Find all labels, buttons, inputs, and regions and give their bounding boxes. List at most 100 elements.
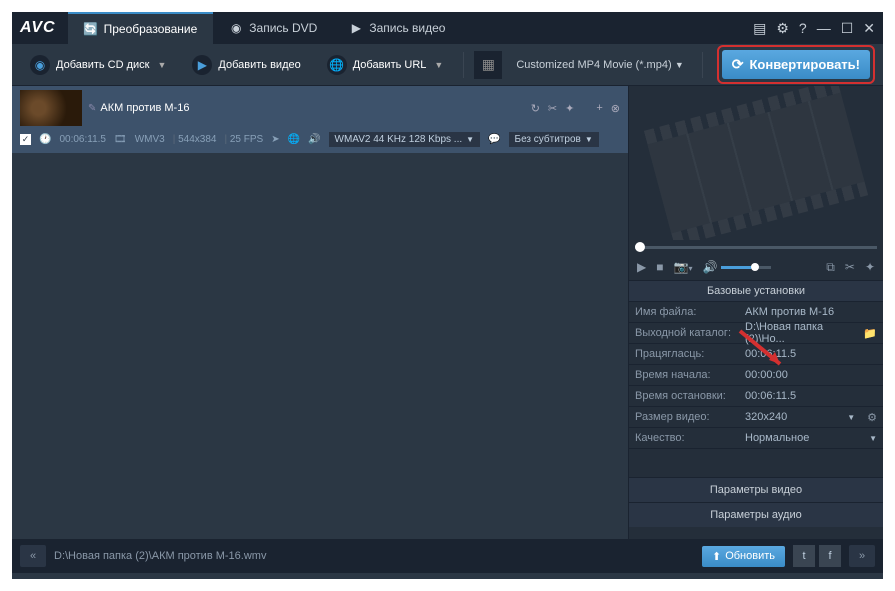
duration: 00:06:11.5 bbox=[59, 134, 106, 145]
gear-icon[interactable]: ⚙ bbox=[776, 20, 789, 37]
video-params-button[interactable]: Параметры видео bbox=[629, 477, 883, 502]
chevron-down-icon: ▼ bbox=[869, 434, 877, 443]
globe-plus-icon: 🌐 bbox=[327, 55, 347, 75]
start-field[interactable]: 00:00:00 bbox=[739, 369, 883, 381]
size-select[interactable]: 320x240 ▼ bbox=[739, 411, 861, 423]
tab-label: Запись видео bbox=[369, 21, 445, 35]
button-label: Добавить видео bbox=[218, 59, 300, 71]
close-icon[interactable]: ✕ bbox=[863, 20, 875, 37]
volume-knob[interactable] bbox=[751, 263, 759, 271]
profile-icon[interactable]: ▦ bbox=[474, 51, 502, 79]
tab-convert[interactable]: 🔄 Преобразование bbox=[68, 12, 214, 44]
tab-label: Запись DVD bbox=[249, 21, 317, 35]
toolbar: ◉ Добавить CD диск ▼ ▶ Добавить видео 🌐 … bbox=[12, 44, 883, 86]
profile-select[interactable]: Customized MP4 Movie (*.mp4) ▼ bbox=[508, 59, 691, 71]
arrow-icon: ➤ bbox=[271, 134, 279, 145]
outdir-field[interactable]: D:\Новая папка (2)\Но... 📁 bbox=[739, 321, 883, 345]
divider bbox=[702, 52, 703, 78]
pencil-icon[interactable]: ✎ bbox=[88, 103, 96, 114]
quality-select[interactable]: Нормальное ▼ bbox=[739, 432, 883, 444]
video-plus-icon: ▶ bbox=[192, 55, 212, 75]
seek-knob[interactable] bbox=[635, 242, 645, 252]
resolution: 544x384 bbox=[173, 134, 217, 145]
seek-bar[interactable] bbox=[629, 240, 883, 254]
fps: 25 FPS bbox=[224, 134, 263, 145]
play-button[interactable]: ▶ bbox=[637, 260, 646, 274]
scissors-icon[interactable]: ✂ bbox=[845, 260, 855, 274]
convert-highlight: ⟳ Конвертировать! bbox=[717, 45, 875, 84]
settings-header: Базовые установки bbox=[629, 280, 883, 302]
tab-dvd[interactable]: ◉ Запись DVD bbox=[213, 12, 333, 44]
file-item[interactable]: ✎ АКМ против М-16 ↻ ✂ ✦ + ⊗ ✓ 🕐 00:06:11… bbox=[12, 86, 628, 153]
clock-icon: 🕐 bbox=[39, 134, 51, 145]
remove-icon[interactable]: ⊗ bbox=[611, 102, 620, 115]
label: Время остановки: bbox=[629, 390, 739, 402]
codec: WMV3 bbox=[135, 134, 165, 145]
chevron-down-icon: ▼ bbox=[585, 135, 593, 144]
label: Качество: bbox=[629, 432, 739, 444]
checkbox[interactable]: ✓ bbox=[20, 134, 31, 145]
add-icon[interactable]: + bbox=[596, 102, 602, 115]
stop-field[interactable]: 00:06:11.5 bbox=[739, 390, 883, 402]
scissors-icon[interactable]: ✂ bbox=[548, 102, 557, 115]
update-button[interactable]: ⬆ Обновить bbox=[702, 546, 785, 567]
label: Имя файла: bbox=[629, 306, 739, 318]
chevron-down-icon: ▼ bbox=[466, 135, 474, 144]
filmstrip-placeholder bbox=[644, 86, 868, 240]
value: 00:06:11.5 bbox=[739, 348, 883, 360]
thumbnail bbox=[20, 90, 82, 126]
menu-icon[interactable]: ▤ bbox=[753, 20, 766, 37]
right-panel: ▶ ■ 📷▾ 🔊 ⧉ ✂ ✦ Базовые установки Имя фай… bbox=[628, 86, 883, 539]
help-icon[interactable]: ? bbox=[799, 20, 807, 37]
output-path: D:\Новая папка (2)\АКМ против М-16.wmv bbox=[54, 550, 694, 562]
disc-icon: ◉ bbox=[229, 21, 243, 35]
social-twitter[interactable]: t bbox=[793, 545, 815, 567]
subtitle-icon: 💬 bbox=[488, 134, 500, 145]
filename-field[interactable]: АКМ против М-16 bbox=[739, 306, 883, 318]
chevron-down-icon: ▼ bbox=[434, 60, 443, 70]
refresh-icon: ⟳ bbox=[732, 56, 744, 73]
tab-record[interactable]: ▶ Запись видео bbox=[333, 12, 461, 44]
audio-select[interactable]: WMAV2 44 KHz 128 Kbps ... ▼ bbox=[329, 132, 481, 147]
minimize-icon[interactable]: — bbox=[817, 20, 831, 37]
label: Размер видео: bbox=[629, 411, 739, 423]
button-label: Добавить URL bbox=[353, 59, 427, 71]
row-outdir: Выходной каталог: D:\Новая папка (2)\Но.… bbox=[629, 323, 883, 344]
button-label: Обновить bbox=[725, 550, 775, 562]
stop-button[interactable]: ■ bbox=[656, 260, 663, 274]
app-logo: AVC bbox=[20, 19, 56, 37]
convert-button[interactable]: ⟳ Конвертировать! bbox=[722, 50, 870, 79]
gear-icon[interactable]: ⚙ bbox=[861, 411, 883, 424]
add-video-button[interactable]: ▶ Добавить видео bbox=[182, 51, 310, 79]
speaker-icon: 🔊 bbox=[702, 260, 717, 274]
volume-control[interactable]: 🔊 bbox=[702, 260, 771, 274]
tab-label: Преобразование bbox=[104, 22, 198, 36]
profile-label: Customized MP4 Movie (*.mp4) bbox=[516, 59, 671, 71]
player-controls: ▶ ■ 📷▾ 🔊 ⧉ ✂ ✦ bbox=[629, 254, 883, 280]
audio-label: WMAV2 44 KHz 128 Kbps ... bbox=[335, 134, 463, 145]
row-size: Размер видео: 320x240 ▼ ⚙ bbox=[629, 407, 883, 428]
popout-icon[interactable]: ⧉ bbox=[826, 260, 835, 275]
row-filename: Имя файла: АКМ против М-16 bbox=[629, 302, 883, 323]
snapshot-button[interactable]: 📷▾ bbox=[673, 260, 692, 274]
audio-params-button[interactable]: Параметры аудио bbox=[629, 502, 883, 527]
settings-panel: Базовые установки Имя файла: АКМ против … bbox=[629, 280, 883, 539]
preview-area bbox=[629, 86, 883, 240]
refresh-icon[interactable]: ↻ bbox=[531, 102, 540, 115]
add-url-button[interactable]: 🌐 Добавить URL ▼ bbox=[317, 51, 454, 79]
maximize-icon[interactable]: ☐ bbox=[841, 20, 854, 37]
collapse-left-button[interactable]: « bbox=[20, 545, 46, 567]
chevron-down-icon: ▼ bbox=[675, 60, 684, 70]
speaker-icon: 🔊 bbox=[308, 134, 320, 145]
row-start: Время начала: 00:00:00 bbox=[629, 365, 883, 386]
file-title: АКМ против М-16 bbox=[100, 102, 189, 114]
crop-icon[interactable]: ✦ bbox=[865, 260, 875, 274]
folder-icon[interactable]: 📁 bbox=[863, 327, 877, 340]
subtitle-select[interactable]: Без субтитров ▼ bbox=[509, 132, 599, 147]
globe-icon: 🌐 bbox=[288, 134, 300, 145]
add-cd-button[interactable]: ◉ Добавить CD диск ▼ bbox=[20, 51, 176, 79]
social-facebook[interactable]: f bbox=[819, 545, 841, 567]
divider bbox=[463, 52, 464, 78]
collapse-right-button[interactable]: » bbox=[849, 545, 875, 567]
effects-icon[interactable]: ✦ bbox=[565, 102, 574, 115]
